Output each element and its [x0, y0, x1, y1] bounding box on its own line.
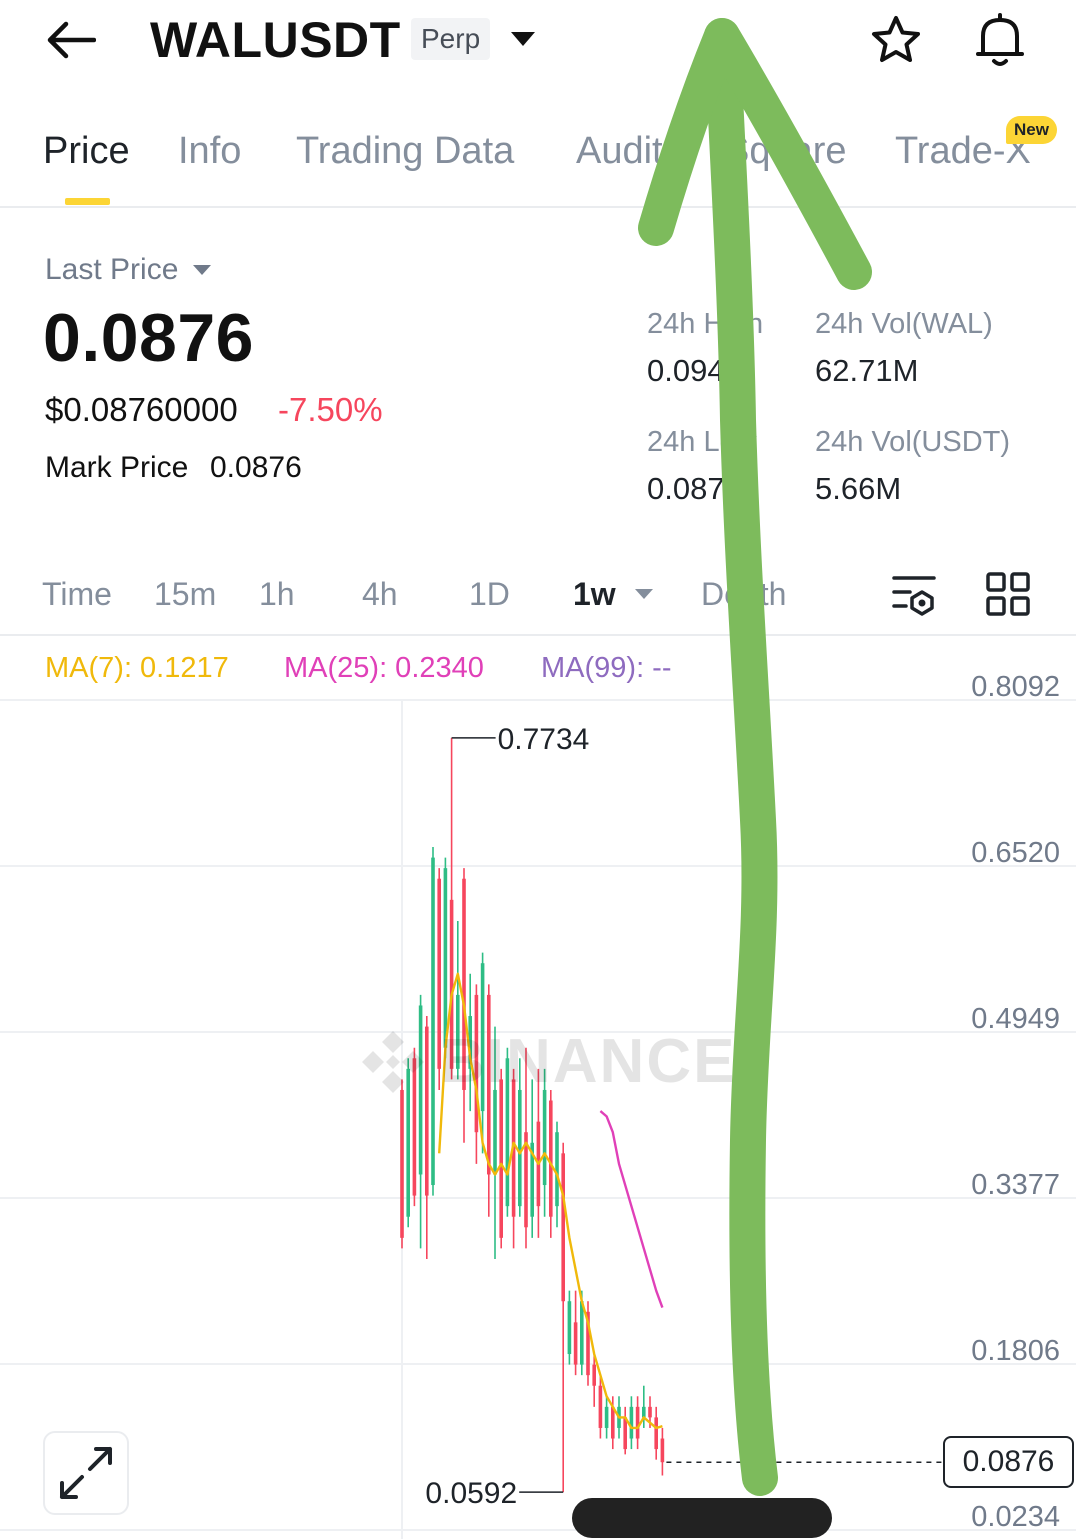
- top-bar: WALUSDT Perp: [0, 0, 1076, 90]
- candle-body: [573, 1322, 578, 1365]
- candle-body: [518, 1089, 522, 1207]
- fullscreen-button[interactable]: [43, 1431, 129, 1515]
- candle-body: [487, 994, 491, 1175]
- layout-grid-button[interactable]: [982, 568, 1034, 620]
- chart-settings-icon: [892, 576, 936, 616]
- tab-trading-data[interactable]: Trading Data: [296, 128, 514, 174]
- y-tick-label: 0.4949: [971, 1003, 1060, 1035]
- tab-info[interactable]: Info: [178, 128, 241, 174]
- candle-body: [418, 1005, 423, 1175]
- candle-body: [437, 878, 441, 1069]
- symbol-title[interactable]: WALUSDT: [150, 10, 401, 70]
- interval-1w[interactable]: 1w: [573, 574, 616, 614]
- y-tick-label: 0.3377: [971, 1169, 1060, 1201]
- star-icon: [872, 16, 920, 62]
- caret-down-icon: [193, 265, 212, 275]
- interval-1d[interactable]: 1D: [469, 574, 510, 614]
- mark-price-label: Mark Price: [45, 451, 189, 484]
- tab-price[interactable]: Price: [43, 128, 130, 174]
- candle-body: [567, 1301, 572, 1355]
- tab-square[interactable]: Square: [724, 128, 847, 174]
- candle-body: [598, 1385, 603, 1428]
- contract-type-badge: Perp: [411, 18, 491, 60]
- interval-bar: Time 15m 1h 4h 1D 1w Depth: [0, 560, 1076, 636]
- candle-body: [456, 994, 460, 1069]
- high-24h-label: 24h High: [647, 308, 764, 340]
- candle-body: [654, 1417, 658, 1450]
- y-tick-label: 0.1806: [971, 1335, 1060, 1367]
- candle-body: [604, 1406, 609, 1428]
- tab-audit[interactable]: Audit: [576, 128, 663, 174]
- vol-base-value: 62.71M: [815, 353, 919, 388]
- y-tick-label: 0.6520: [971, 837, 1060, 869]
- candle-body: [462, 878, 466, 1090]
- candle-body: [425, 1026, 429, 1196]
- interval-4h[interactable]: 4h: [362, 574, 398, 614]
- last-price-label: Last Price: [45, 253, 179, 286]
- grid-icon: [986, 572, 1030, 616]
- low-24h-value: 0.087: [647, 471, 725, 506]
- expand-icon: [60, 1447, 112, 1499]
- candle-body: [555, 1132, 559, 1207]
- new-badge: New: [1006, 116, 1057, 144]
- current-price-tag: 0.0876: [943, 1436, 1074, 1489]
- favorite-button[interactable]: [866, 12, 926, 68]
- last-price-selector[interactable]: Last Price: [45, 252, 212, 288]
- candle-body: [443, 868, 448, 1048]
- back-button[interactable]: [40, 12, 100, 68]
- last-price-value: 0.0876: [43, 300, 254, 376]
- price-alert-button[interactable]: [970, 10, 1030, 70]
- candle-body: [642, 1406, 646, 1418]
- low-24h-label: 24h Low: [647, 426, 757, 458]
- y-tick-label: 0.0234: [971, 1501, 1060, 1533]
- candle-body: [561, 1153, 565, 1302]
- interval-15m[interactable]: 15m: [154, 574, 216, 614]
- candle-body: [549, 1100, 553, 1217]
- candle-body: [493, 1089, 497, 1175]
- high-24h-value: 0.094: [647, 353, 725, 388]
- candle-body: [431, 857, 435, 1186]
- bell-icon: [976, 13, 1024, 66]
- candle-body: [480, 963, 485, 1112]
- vol-quote-label: 24h Vol(USDT): [815, 426, 1011, 458]
- candle-body: [474, 994, 479, 1133]
- candle-body: [623, 1417, 627, 1450]
- max-price-label: 0.7734: [498, 723, 590, 756]
- interval-dropdown-icon[interactable]: [634, 588, 654, 600]
- candle-body: [648, 1406, 652, 1418]
- candle-body: [635, 1406, 640, 1439]
- candle-body: [629, 1406, 634, 1439]
- candle-body: [505, 1058, 510, 1207]
- candle-body: [660, 1438, 665, 1463]
- min-price-label: 0.0592: [425, 1477, 517, 1510]
- candle-body: [580, 1301, 584, 1365]
- ma25-line: [599, 1110, 664, 1308]
- y-tick-label: 0.8092: [971, 671, 1060, 703]
- candle-body: [592, 1364, 596, 1386]
- back-arrow-icon: [47, 21, 96, 59]
- active-tab-indicator: [65, 198, 110, 205]
- interval-time[interactable]: Time: [42, 574, 112, 614]
- candle-body: [406, 1068, 410, 1217]
- price-change-percent: -7.50%: [278, 391, 383, 428]
- candle-body: [542, 1089, 547, 1186]
- vol-quote-value: 5.66M: [815, 471, 902, 506]
- candle-body: [449, 899, 454, 1069]
- caret-down-icon: [511, 32, 535, 46]
- main-tabs: Price Info Trading Data Audit Square Tra…: [0, 110, 1076, 208]
- vol-base-label: 24h Vol(WAL): [815, 308, 993, 340]
- usd-price-value: $0.08760000: [45, 391, 238, 428]
- mark-price-value: 0.0876: [210, 451, 302, 484]
- candlestick-chart[interactable]: 0.8092 0.6520 0.4949 0.3377 0.1806 0.0234 0.77…: [0, 636, 1076, 1539]
- interval-1h[interactable]: 1h: [259, 574, 295, 614]
- candle-body: [412, 1058, 417, 1196]
- interval-depth[interactable]: Depth: [701, 574, 786, 614]
- candle-body: [400, 1089, 404, 1238]
- symbol-dropdown-button[interactable]: [505, 24, 541, 54]
- chart-settings-button[interactable]: [888, 568, 942, 620]
- candle-body: [611, 1406, 615, 1439]
- candle-body: [499, 1079, 503, 1238]
